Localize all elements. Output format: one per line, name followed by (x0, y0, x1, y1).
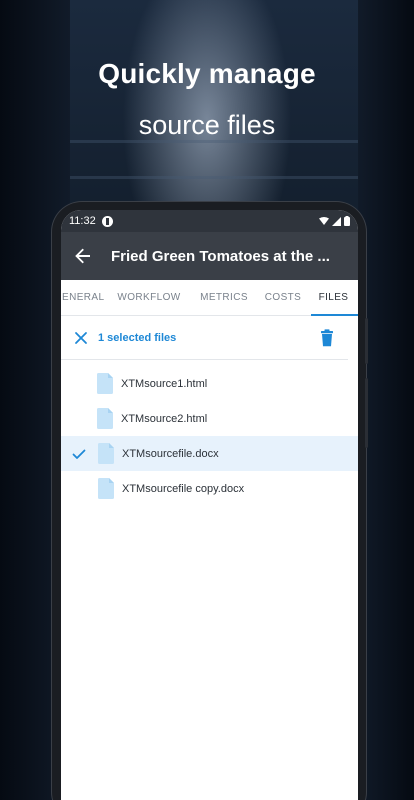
tab-label: FILES (318, 292, 349, 303)
file-icon (97, 373, 113, 394)
signal-icon (332, 216, 341, 226)
tab-general[interactable]: ENERAL (61, 280, 107, 315)
check-icon (72, 449, 86, 459)
tab-files[interactable]: FILES (309, 280, 358, 315)
subheadline: source files (138, 110, 276, 140)
file-row[interactable]: XTMsource1.html (61, 366, 358, 401)
phone-side-button (365, 318, 368, 364)
status-time: 11:32 (69, 215, 96, 227)
file-icon (97, 408, 113, 429)
tab-label: ENERAL (62, 292, 105, 303)
trash-icon[interactable] (318, 328, 336, 347)
tab-label: WORKFLOW (117, 292, 181, 303)
status-bar: 11:32 (61, 210, 358, 232)
file-name: XTMsourcefile.docx (122, 447, 219, 460)
notification-icon (101, 215, 113, 227)
file-name: XTMsource1.html (121, 377, 208, 390)
file-row[interactable]: XTMsource2.html (61, 401, 358, 436)
file-icon (98, 443, 114, 464)
selection-bar: 1 selected files (61, 316, 348, 360)
tab-metrics[interactable]: METRICS (191, 280, 257, 315)
tab-label: METRICS (200, 292, 248, 303)
tab-workflow[interactable]: WORKFLOW (107, 280, 191, 315)
file-icon (98, 478, 114, 499)
wifi-icon (319, 217, 329, 225)
close-icon[interactable] (73, 330, 89, 346)
tab-label: COSTS (264, 292, 302, 303)
tab-costs[interactable]: COSTS (257, 280, 309, 315)
selected-count: 1 selected files (98, 331, 177, 344)
page-title: Fried Green Tomatoes at the ... (111, 247, 330, 265)
file-name: XTMsourcefile copy.docx (122, 482, 245, 495)
status-icons (319, 216, 350, 226)
arrow-left-icon[interactable] (71, 244, 95, 268)
tab-bar: ENERAL WORKFLOW METRICS COSTS FILES (61, 280, 358, 316)
headline: Quickly manage (98, 58, 316, 89)
phone-volume-button (365, 378, 368, 448)
active-tab-indicator (311, 314, 358, 316)
battery-icon (344, 216, 350, 226)
phone-screen: 11:32 Fried Green Tomatoes at the ... EN… (61, 210, 358, 800)
app-bar: Fried Green Tomatoes at the ... (61, 232, 358, 280)
file-row[interactable]: XTMsourcefile copy.docx (61, 471, 358, 506)
file-name: XTMsource2.html (121, 412, 208, 425)
file-list: XTMsource1.html XTMsource2.html XTMsourc… (61, 366, 358, 506)
file-row-selected[interactable]: XTMsourcefile.docx (61, 436, 358, 471)
